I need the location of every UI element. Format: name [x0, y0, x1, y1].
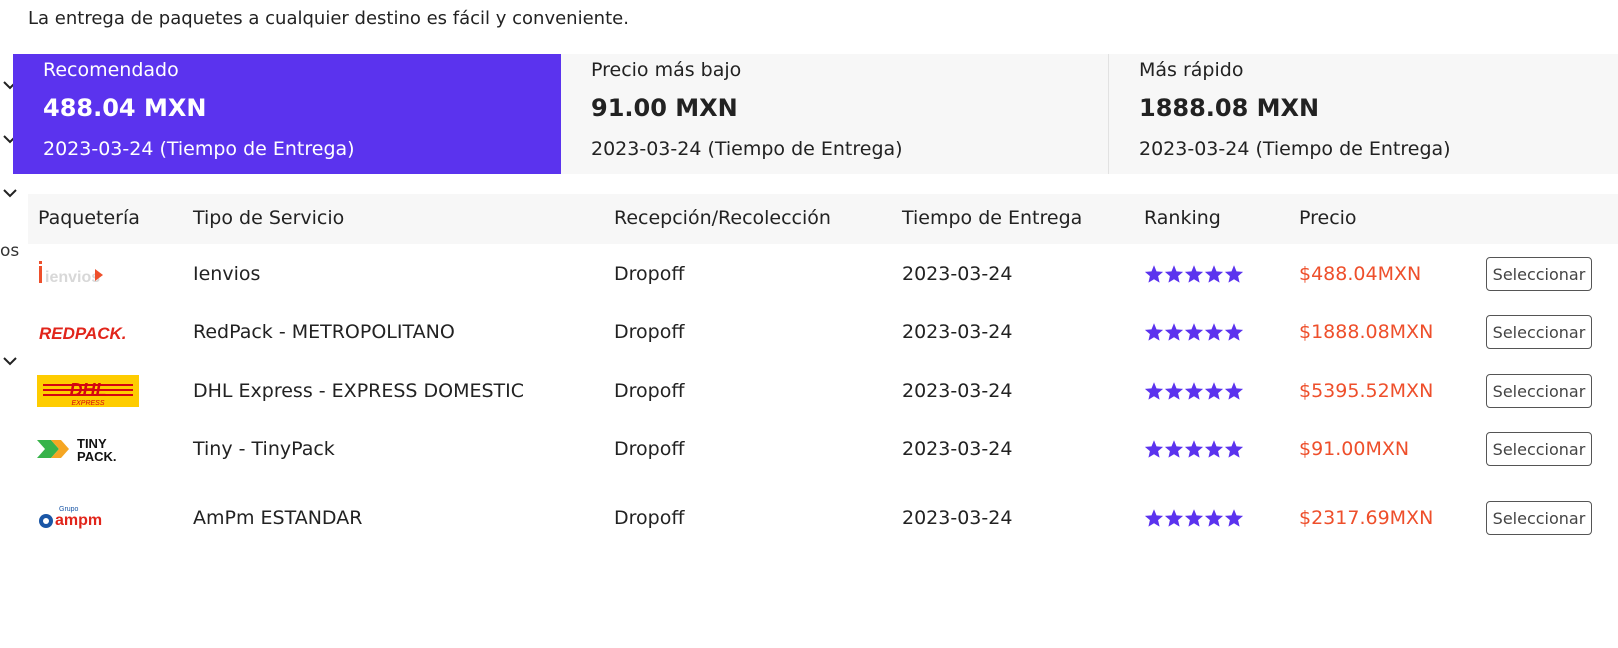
- card-lowest-price[interactable]: Precio más bajo 91.00 MXN 2023-03-24 (Ti…: [561, 54, 1109, 174]
- star-icon: [1204, 382, 1224, 400]
- header-pickup: Recepción/Recolección: [614, 207, 831, 229]
- star-icon: [1144, 265, 1164, 283]
- service-name: Ienvios: [193, 263, 261, 285]
- card-date: 2023-03-24 (Tiempo de Entrega): [1139, 138, 1451, 160]
- header-delivery: Tiempo de Entrega: [902, 207, 1083, 229]
- table-row: ienvios Ienvios Dropoff 2023-03-24 $488.…: [28, 249, 1618, 299]
- star-icon: [1144, 323, 1164, 341]
- delivery-date: 2023-03-24: [902, 321, 1013, 343]
- star-icon: [1224, 265, 1244, 283]
- star-icon: [1144, 440, 1164, 458]
- pickup-type: Dropoff: [614, 380, 685, 402]
- star-icon: [1184, 509, 1204, 527]
- card-price: 91.00 MXN: [591, 94, 738, 122]
- rating-stars: [1144, 322, 1244, 342]
- card-date: 2023-03-24 (Tiempo de Entrega): [43, 138, 355, 160]
- select-button[interactable]: Seleccionar: [1486, 374, 1592, 408]
- rating-stars: [1144, 508, 1244, 528]
- price-value: $91.00MXN: [1299, 438, 1410, 460]
- star-icon: [1164, 382, 1184, 400]
- star-icon: [1184, 440, 1204, 458]
- card-date: 2023-03-24 (Tiempo de Entrega): [591, 138, 903, 160]
- delivery-date: 2023-03-24: [902, 380, 1013, 402]
- card-label: Recomendado: [43, 59, 179, 81]
- sidebar-label-fragment: os: [0, 241, 20, 261]
- ampm-logo-text: ampm: [55, 512, 102, 529]
- card-fastest[interactable]: Más rápido 1888.08 MXN 2023-03-24 (Tiemp…: [1109, 54, 1618, 174]
- dhl-logo-text: DHL: [70, 380, 107, 400]
- star-icon: [1224, 440, 1244, 458]
- pickup-type: Dropoff: [614, 263, 685, 285]
- card-price: 488.04 MXN: [43, 94, 207, 122]
- select-button[interactable]: Seleccionar: [1486, 257, 1592, 291]
- star-icon: [1184, 382, 1204, 400]
- card-label: Más rápido: [1139, 59, 1244, 81]
- rating-stars: [1144, 439, 1244, 459]
- star-icon: [1224, 382, 1244, 400]
- pickup-type: Dropoff: [614, 321, 685, 343]
- card-recommended[interactable]: Recomendado 488.04 MXN 2023-03-24 (Tiemp…: [13, 54, 561, 174]
- ampm-logo: Grupo ampm: [37, 501, 139, 535]
- dhl-logo: DHL EXPRESS: [37, 374, 139, 408]
- star-icon: [1204, 323, 1224, 341]
- service-name: AmPm ESTANDAR: [193, 507, 363, 529]
- star-icon: [1164, 440, 1184, 458]
- chevron-down-icon[interactable]: [0, 186, 20, 200]
- pickup-type: Dropoff: [614, 507, 685, 529]
- ienvios-logo: ienvios: [37, 257, 139, 291]
- star-icon: [1204, 265, 1224, 283]
- star-icon: [1164, 323, 1184, 341]
- redpack-logo: REDPACK.: [37, 315, 139, 349]
- ienvios-logo-text: ienvios: [45, 269, 100, 286]
- card-label: Precio más bajo: [591, 59, 742, 81]
- table-row: Grupo ampm AmPm ESTANDAR Dropoff 2023-03…: [28, 493, 1618, 543]
- chevron-down-icon[interactable]: [0, 354, 20, 368]
- star-icon: [1184, 265, 1204, 283]
- rating-stars: [1144, 381, 1244, 401]
- star-icon: [1144, 509, 1164, 527]
- star-icon: [1204, 440, 1224, 458]
- price-value: $2317.69MXN: [1299, 507, 1434, 529]
- star-icon: [1144, 382, 1164, 400]
- tinypack-logo: TINY PACK.: [37, 432, 139, 466]
- service-name: RedPack - METROPOLITANO: [193, 321, 455, 343]
- table-header: Paquetería Tipo de Servicio Recepción/Re…: [28, 194, 1618, 244]
- star-icon: [1204, 509, 1224, 527]
- star-icon: [1224, 509, 1244, 527]
- card-price: 1888.08 MXN: [1139, 94, 1320, 122]
- header-price: Precio: [1299, 207, 1357, 229]
- intro-text: La entrega de paquetes a cualquier desti…: [28, 8, 629, 29]
- star-icon: [1184, 323, 1204, 341]
- star-icon: [1224, 323, 1244, 341]
- header-carrier: Paquetería: [38, 207, 140, 229]
- service-name: DHL Express - EXPRESS DOMESTIC: [193, 380, 525, 402]
- price-value: $5395.52MXN: [1299, 380, 1434, 402]
- price-value: $488.04MXN: [1299, 263, 1422, 285]
- select-button[interactable]: Seleccionar: [1486, 315, 1592, 349]
- header-ranking: Ranking: [1144, 207, 1221, 229]
- redpack-logo-text: REDPACK.: [39, 324, 127, 343]
- dhl-logo-subtext: EXPRESS: [71, 400, 104, 407]
- table-row: REDPACK. RedPack - METROPOLITANO Dropoff…: [28, 307, 1618, 357]
- star-icon: [1164, 265, 1184, 283]
- table-row: TINY PACK. Tiny - TinyPack Dropoff 2023-…: [28, 424, 1618, 474]
- service-name: Tiny - TinyPack: [193, 438, 335, 460]
- star-icon: [1164, 509, 1184, 527]
- delivery-date: 2023-03-24: [902, 507, 1013, 529]
- header-service: Tipo de Servicio: [193, 207, 345, 229]
- price-value: $1888.08MXN: [1299, 321, 1434, 343]
- delivery-date: 2023-03-24: [902, 263, 1013, 285]
- rating-stars: [1144, 264, 1244, 284]
- delivery-date: 2023-03-24: [902, 438, 1013, 460]
- pickup-type: Dropoff: [614, 438, 685, 460]
- select-button[interactable]: Seleccionar: [1486, 432, 1592, 466]
- summary-cards: Recomendado 488.04 MXN 2023-03-24 (Tiemp…: [13, 54, 1618, 174]
- select-button[interactable]: Seleccionar: [1486, 501, 1592, 535]
- tinypack-logo-line2: PACK.: [77, 449, 116, 464]
- table-row: DHL EXPRESS DHL Express - EXPRESS DOMEST…: [28, 366, 1618, 416]
